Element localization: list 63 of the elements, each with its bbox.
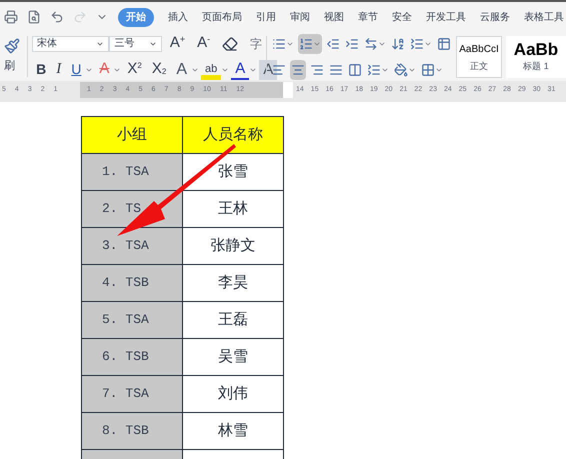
pinyin-button[interactable]: 字 (246, 34, 266, 54)
numbered-list-icon (299, 36, 313, 50)
font-size-field[interactable]: 三号 (109, 36, 162, 52)
menu-tab[interactable]: 云服务 (480, 8, 510, 26)
menu-tab[interactable]: 引用 (256, 8, 276, 26)
style-preset[interactable]: AaBb 标题 1 (506, 36, 566, 78)
table-cell: 6. TSB (82, 338, 182, 376)
table-header-cell: 小组 (82, 116, 182, 154)
outdent-icon (326, 36, 340, 50)
justify-icon (329, 62, 343, 76)
menu-tab[interactable]: 章节 (358, 8, 378, 26)
bold-button[interactable]: B (32, 60, 50, 80)
table-cell: 7. TSA (82, 376, 182, 412)
table-cell: 8. TSB (82, 412, 182, 450)
print-icon[interactable] (4, 10, 18, 24)
lines-icon (367, 62, 381, 76)
grid-icon (421, 62, 435, 76)
table-cell: 4. TSB (82, 264, 182, 302)
menu-tab[interactable]: 审阅 (290, 8, 310, 26)
menu-tab[interactable]: 开发工具 (426, 8, 466, 26)
table-cell: 刘伟 (182, 376, 284, 412)
menu-tab[interactable]: 表格工具 (524, 8, 564, 26)
columns-icon (348, 62, 362, 76)
align-right-icon (310, 62, 324, 76)
table-header-cell: 人员名称 (182, 116, 284, 154)
table-cell: 李昊 (182, 264, 284, 302)
paint-bucket-icon (394, 62, 408, 76)
superscript-button[interactable]: X$^{2}$ (123, 60, 146, 80)
menu-tab[interactable]: 页面布局 (202, 8, 242, 26)
font-color-button[interactable]: A (231, 60, 250, 80)
table-icon (437, 36, 451, 50)
numbered-list-button[interactable] (298, 34, 322, 54)
sort-icon (391, 36, 405, 50)
italic-button[interactable]: I (52, 60, 66, 80)
shrink-font-button[interactable]: A$^{-}$ (193, 34, 214, 54)
underline-button[interactable]: U (67, 60, 86, 80)
arrows-icon (364, 36, 378, 50)
paintbrush-icon (4, 38, 20, 54)
align-center-button[interactable] (290, 60, 306, 80)
eraser-icon (222, 36, 238, 52)
table-cell: 5. TSA (82, 302, 182, 338)
table-cell: 林雪 (182, 412, 284, 450)
table-cell: 1. TSA (82, 154, 182, 190)
grow-font-button[interactable]: A$^{+}$ (166, 34, 190, 54)
format-painter-button[interactable]: 刷 (0, 32, 24, 81)
style-preset[interactable]: AaBbCcI 正文 (456, 36, 502, 78)
menu-tab[interactable]: 视图 (324, 8, 344, 26)
table-cell: 张静文 (182, 228, 284, 264)
menu-tab[interactable]: 插入 (168, 8, 188, 26)
print-preview-icon[interactable] (27, 10, 41, 24)
undo-icon[interactable] (50, 10, 64, 24)
table-cell: 王磊 (182, 302, 284, 338)
table-cell: 吴雪 (182, 338, 284, 376)
lines-icon (410, 36, 424, 50)
align-left-icon (272, 62, 286, 76)
menu-tab[interactable]: 安全 (392, 8, 412, 26)
indent-icon (345, 36, 359, 50)
table-cell: 王林 (182, 190, 284, 228)
list-icon (272, 36, 286, 50)
text-effect-button[interactable]: A (172, 60, 191, 80)
font-name-field[interactable]: 宋体 (32, 36, 110, 52)
table-cell: 3. TSA (82, 228, 182, 264)
align-center-icon (291, 62, 305, 76)
